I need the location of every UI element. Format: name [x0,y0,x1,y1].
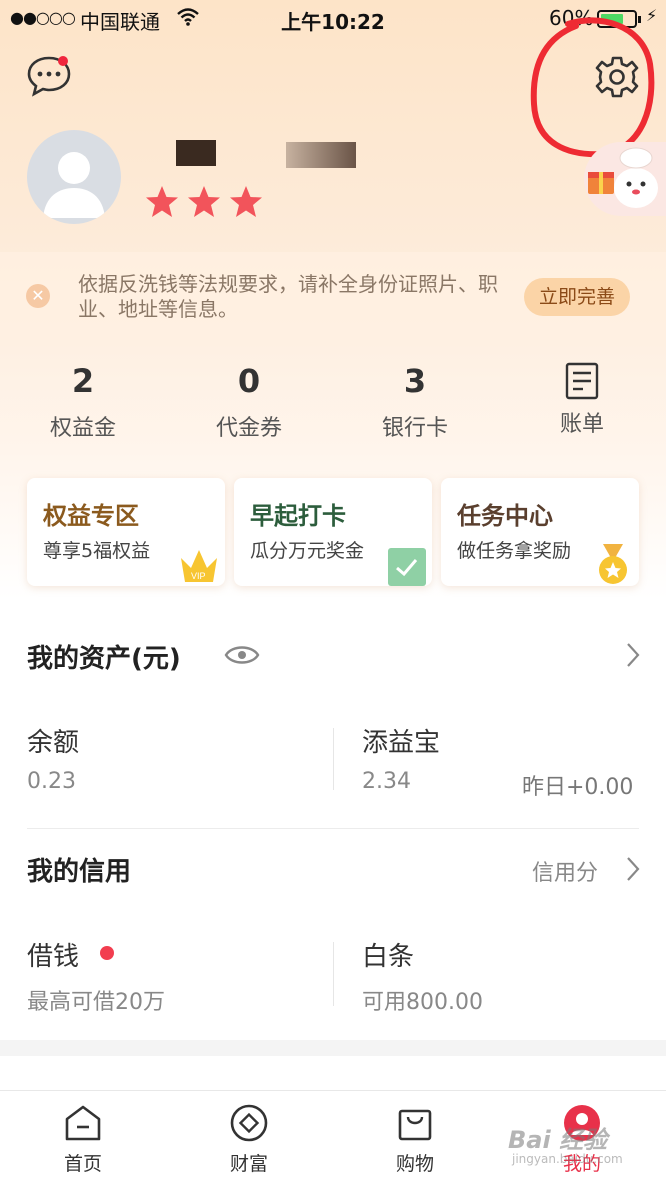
borrow-label[interactable]: 借钱 [27,936,79,973]
complete-info-button[interactable]: 立即完善 [524,278,630,316]
card-subtitle: 做任务拿奖励 [457,540,572,562]
borrow-notification-dot [100,946,114,960]
divider [333,942,334,1006]
stat-label: 代金券 [215,416,282,441]
fund-label[interactable]: 添益宝 [362,722,440,759]
stat-value: 2 [71,362,95,400]
credit-score-link[interactable]: 信用分 [532,855,598,887]
card-title: 任务中心 [457,502,553,530]
balance-value: 0.23 [27,769,76,794]
notice-text: 依据反洗钱等法规要求，请补全身份证照片、职业、地址等信息。 [78,272,498,321]
close-icon[interactable]: ✕ [26,284,50,308]
member-level-stars [144,184,264,222]
watermark: Bai 经验 [508,1126,608,1154]
star-icon [146,186,178,217]
stat-value: 3 [403,362,427,400]
stat-bank-cards[interactable]: 3 银行卡 [350,356,480,442]
baitiao-label[interactable]: 白条 [362,936,414,973]
section-separator [0,1040,666,1056]
card-subtitle: 瓜分万元奖金 [250,540,365,562]
eye-icon[interactable] [224,642,260,668]
tab-wealth[interactable]: 财富 [194,1091,304,1185]
tab-home[interactable]: 首页 [28,1091,138,1185]
card-task-center[interactable]: 任务中心 做任务拿奖励 [441,478,639,586]
card-title: 早起打卡 [250,502,346,530]
stat-benefit-gold[interactable]: 2 权益金 [18,356,148,442]
fund-value: 2.34 [362,769,411,794]
watermark-url: jingyan.baidu.com [512,1152,623,1166]
stat-label: 账单 [559,412,604,437]
tab-label: 购物 [395,1153,434,1175]
stat-value: 0 [237,362,261,400]
baitiao-available: 可用800.00 [362,990,483,1015]
star-icon [230,186,262,217]
tab-label: 首页 [63,1153,102,1175]
crown-icon: VIP [181,550,217,582]
account-stats: 2 权益金 0 代金券 3 银行卡 账单 [0,356,666,456]
notification-dot [58,56,68,66]
feature-cards: 权益专区 尊享5福权益 VIP 早起打卡 瓜分万元奖金 任务中心 做任务拿奖励 [0,478,666,588]
fund-yesterday-earnings: 昨日+0.00 [522,775,634,800]
shopping-bag-icon [398,1109,432,1141]
star-icon [188,186,220,217]
checkin-icon [388,548,426,586]
card-benefit-zone[interactable]: 权益专区 尊享5福权益 VIP [27,478,225,586]
highlight-circle-annotation [530,17,655,158]
username-masked [286,142,356,168]
avatar[interactable] [27,130,121,224]
card-subtitle: 尊享5福权益 [43,540,151,562]
assets-section-title: 我的资产(元) [27,644,181,674]
chevron-right-icon[interactable] [626,642,640,668]
card-early-checkin[interactable]: 早起打卡 瓜分万元奖金 [234,478,432,586]
stat-bills[interactable]: 账单 [517,356,647,438]
wealth-icon [230,1104,268,1142]
home-icon [65,1105,101,1141]
tab-shopping[interactable]: 购物 [360,1091,470,1185]
credit-section-title: 我的信用 [27,857,132,887]
balance-label[interactable]: 余额 [27,722,79,759]
medal-icon [599,544,627,584]
mascot-gift-banner[interactable] [584,142,666,216]
stat-label: 权益金 [49,416,116,441]
vip-badge-text: VIP [191,571,206,581]
avatar-placeholder-icon [43,152,105,218]
stat-label: 银行卡 [381,416,448,441]
borrow-limit: 最高可借20万 [27,990,165,1015]
chevron-right-icon[interactable] [626,856,640,882]
divider [27,828,639,829]
bill-icon [565,362,599,400]
card-title: 权益专区 [43,502,139,530]
tab-label: 财富 [229,1153,268,1175]
divider [333,728,334,790]
mascot-icon [588,147,658,208]
stat-vouchers[interactable]: 0 代金券 [184,356,314,442]
username-masked [176,140,216,166]
